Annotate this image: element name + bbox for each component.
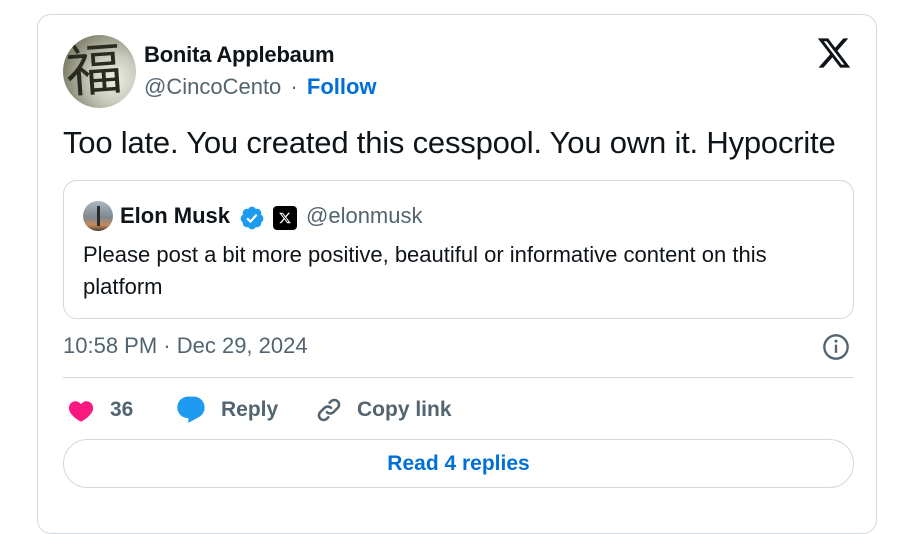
divider xyxy=(63,377,854,378)
quoted-author-avatar[interactable] xyxy=(83,201,113,231)
heart-icon xyxy=(68,401,94,422)
quoted-author-handle[interactable]: @elonmusk xyxy=(306,203,423,229)
like-count: 36 xyxy=(110,398,134,421)
quoted-author-name[interactable]: Elon Musk xyxy=(120,203,230,229)
author-avatar[interactable]: 福 xyxy=(63,35,136,108)
tweet-card: 福 Bonita Applebaum @CincoCento · Follow … xyxy=(37,14,877,534)
tweet-text: Too late. You created this cesspool. You… xyxy=(63,125,836,160)
author-handle[interactable]: @CincoCento xyxy=(144,74,281,99)
reply-button[interactable]: Reply xyxy=(175,392,278,428)
author-handle-row: @CincoCento · Follow xyxy=(144,74,377,100)
x-logo-icon[interactable] xyxy=(816,35,852,71)
tweet-timestamp[interactable]: 10:58 PM · Dec 29, 2024 xyxy=(63,333,308,359)
follow-button[interactable]: Follow xyxy=(307,74,377,99)
x-affiliation-badge-icon xyxy=(273,206,297,230)
author-name[interactable]: Bonita Applebaum xyxy=(144,42,335,68)
read-replies-button[interactable]: Read 4 replies xyxy=(63,439,854,488)
x-mini-logo-icon xyxy=(279,212,291,224)
quoted-tweet-text: Please post a bit more positive, beautif… xyxy=(83,242,767,299)
reply-label: Reply xyxy=(221,398,279,421)
link-icon xyxy=(317,398,341,422)
verified-badge-icon xyxy=(240,206,264,230)
speech-bubble-icon xyxy=(177,396,205,423)
avatar-rocket-shape xyxy=(97,206,100,226)
info-icon[interactable] xyxy=(822,333,850,361)
copy-link-label: Copy link xyxy=(357,398,452,421)
avatar-glyph: 福 xyxy=(63,37,125,106)
like-button[interactable]: 36 xyxy=(66,392,133,428)
separator-dot: · xyxy=(290,74,298,99)
copy-link-button[interactable]: Copy link xyxy=(315,392,452,428)
quoted-tweet[interactable]: Elon Musk @elonmusk Please post a bit mo… xyxy=(63,180,854,319)
